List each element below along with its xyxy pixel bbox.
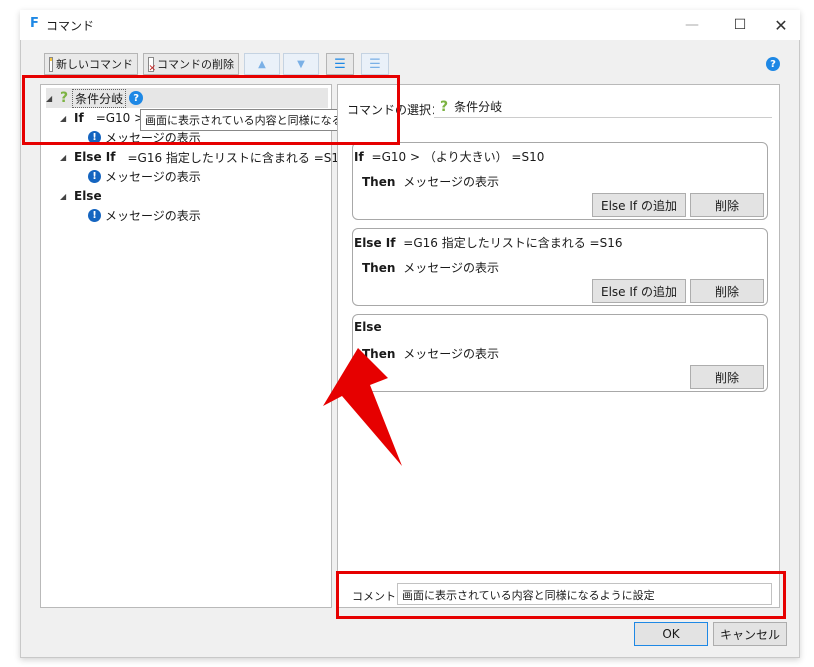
arrow-up-icon: ▲ bbox=[258, 58, 266, 70]
command-select-value: 条件分岐 bbox=[454, 100, 503, 114]
arrow-down-icon: ▼ bbox=[297, 58, 305, 70]
elseif-branch-then[interactable]: Then メッセージの表示 bbox=[362, 259, 499, 276]
question-icon: ? bbox=[440, 98, 449, 115]
else-branch-keyword: Else bbox=[354, 320, 382, 334]
delete-command-icon: ✕ bbox=[148, 56, 156, 74]
then-action: メッセージの表示 bbox=[403, 261, 500, 275]
elseif-keyword: Else If bbox=[74, 150, 116, 164]
add-elseif-button[interactable]: Else If の追加 bbox=[592, 193, 686, 217]
app-logo: F bbox=[30, 16, 39, 31]
then-keyword: Then bbox=[362, 175, 396, 189]
window-title: コマンド bbox=[46, 19, 95, 33]
move-up-button[interactable]: ▲ bbox=[244, 53, 280, 75]
help-icon[interactable]: ? bbox=[766, 57, 780, 71]
new-command-icon bbox=[49, 56, 53, 72]
new-command-button[interactable]: 新しいコマンド bbox=[44, 53, 138, 75]
ok-button[interactable]: OK bbox=[634, 622, 708, 646]
expand-all-button[interactable]: ☰ bbox=[326, 53, 354, 75]
else-child-label: メッセージの表示 bbox=[105, 208, 201, 223]
highlight-box-comment bbox=[336, 571, 786, 619]
expand-triangle-icon: ◢ bbox=[60, 152, 67, 162]
cancel-button[interactable]: キャンセル bbox=[713, 622, 787, 646]
if-branch-expression: =G10 > （より大きい） =S10 bbox=[371, 150, 545, 164]
elseif-expression: =G16 指定したリストに含まれる =S16 bbox=[127, 150, 347, 165]
delete-branch-button[interactable]: 削除 bbox=[690, 365, 764, 389]
elseif-branch-keyword: Else If bbox=[354, 236, 396, 250]
annotation-arrow-shape bbox=[323, 348, 402, 466]
expand-triangle-icon: ◢ bbox=[60, 191, 67, 201]
if-branch-keyword: If bbox=[354, 150, 364, 164]
delete-command-label: コマンドの削除 bbox=[157, 58, 234, 71]
title-bar: F コマンド — ☐ ✕ bbox=[20, 10, 800, 40]
close-icon[interactable]: ✕ bbox=[762, 10, 800, 40]
tree-elseif-node[interactable]: ◢ Else If =G16 指定したリストに含まれる =S16 bbox=[60, 148, 347, 166]
info-icon: ! bbox=[88, 208, 101, 222]
minimize-icon[interactable]: — bbox=[672, 10, 712, 40]
highlight-box-tree bbox=[22, 75, 400, 145]
else-keyword: Else bbox=[74, 189, 102, 203]
new-command-label: 新しいコマンド bbox=[56, 58, 133, 71]
command-select-field[interactable]: ? 条件分岐 bbox=[434, 96, 772, 118]
then-keyword: Then bbox=[362, 261, 396, 275]
annotation-arrow bbox=[323, 348, 402, 466]
list-expand-icon: ☰ bbox=[334, 56, 346, 72]
then-action: メッセージの表示 bbox=[403, 175, 500, 189]
info-icon: ! bbox=[88, 169, 101, 183]
delete-branch-button[interactable]: 削除 bbox=[690, 279, 764, 303]
add-elseif-button[interactable]: Else If の追加 bbox=[592, 279, 686, 303]
tree-else-child[interactable]: ! メッセージの表示 bbox=[88, 206, 201, 224]
else-branch-header[interactable]: Else bbox=[354, 320, 382, 334]
list-collapse-icon: ☰ bbox=[369, 56, 381, 72]
collapse-all-button[interactable]: ☰ bbox=[361, 53, 389, 75]
tree-elseif-child[interactable]: ! メッセージの表示 bbox=[88, 167, 201, 185]
elseif-child-label: メッセージの表示 bbox=[105, 169, 201, 184]
elseif-branch-expression: =G16 指定したリストに含まれる =S16 bbox=[403, 236, 623, 250]
tree-else-node[interactable]: ◢ Else bbox=[60, 187, 102, 205]
elseif-branch-header[interactable]: Else If =G16 指定したリストに含まれる =S16 bbox=[354, 234, 623, 251]
delete-branch-button[interactable]: 削除 bbox=[690, 193, 764, 217]
if-branch-header[interactable]: If =G10 > （より大きい） =S10 bbox=[354, 148, 544, 165]
delete-command-button[interactable]: ✕ コマンドの削除 bbox=[143, 53, 239, 75]
move-down-button[interactable]: ▼ bbox=[283, 53, 319, 75]
maximize-icon[interactable]: ☐ bbox=[720, 10, 760, 40]
if-branch-then[interactable]: Then メッセージの表示 bbox=[362, 173, 499, 190]
